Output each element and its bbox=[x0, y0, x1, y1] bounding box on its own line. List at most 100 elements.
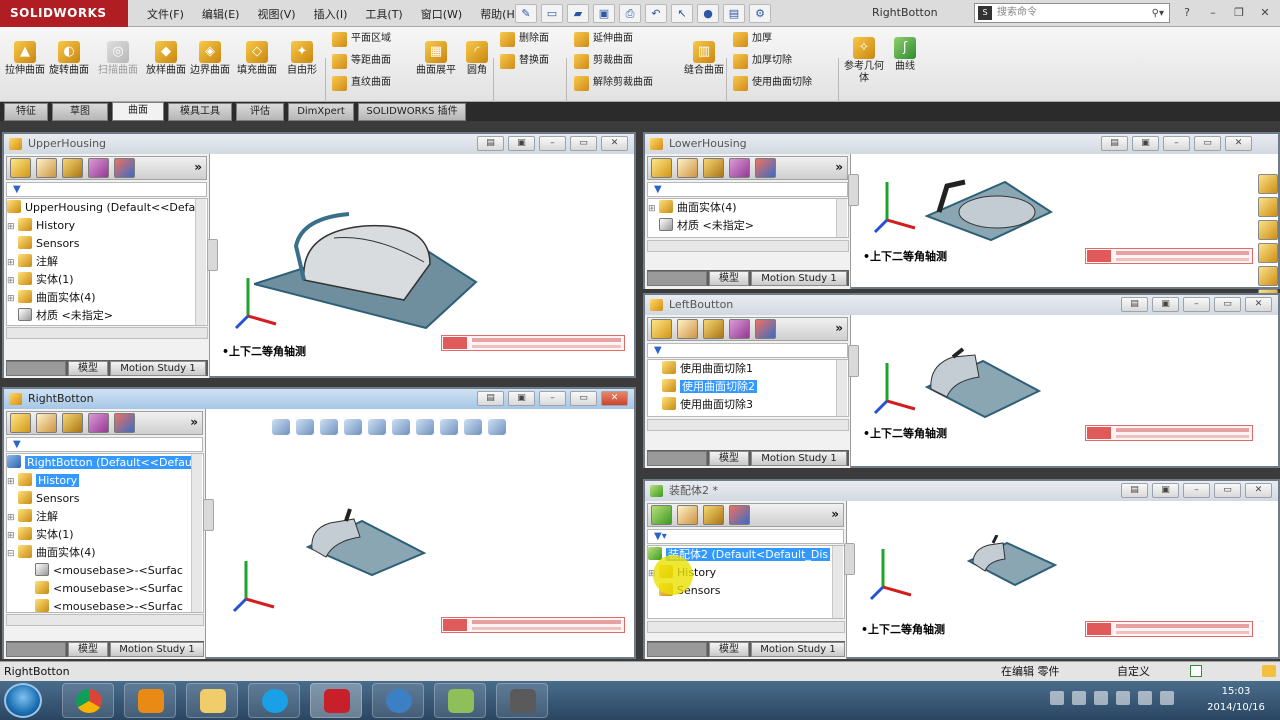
configuration-manager-icon[interactable] bbox=[703, 319, 724, 339]
tile-icon[interactable]: ▤ bbox=[1101, 136, 1128, 151]
print-icon[interactable]: ⎙ bbox=[619, 4, 641, 23]
cascade-icon[interactable]: ▣ bbox=[1152, 483, 1179, 498]
feature-tree-icon[interactable] bbox=[10, 413, 31, 433]
feature-tree-icon[interactable] bbox=[10, 158, 31, 178]
taskbar-app-globe[interactable] bbox=[372, 683, 424, 718]
minimize-icon[interactable]: – bbox=[539, 391, 566, 406]
dimxpert-manager-icon[interactable] bbox=[729, 319, 750, 339]
tree-item[interactable]: Sensors bbox=[7, 490, 203, 508]
keyboard-icon[interactable] bbox=[1050, 691, 1064, 705]
panel-splitter[interactable] bbox=[207, 239, 218, 271]
language-icon[interactable] bbox=[1160, 691, 1174, 705]
undo-icon[interactable]: ↶ bbox=[645, 4, 667, 23]
tree-item[interactable]: 材质 <未指定> bbox=[7, 307, 207, 325]
tab-motion-study[interactable]: Motion Study 1 bbox=[110, 642, 204, 657]
appearances-icon[interactable] bbox=[1258, 266, 1278, 286]
panel-splitter[interactable] bbox=[844, 543, 855, 575]
upper-housing-model[interactable] bbox=[254, 204, 484, 329]
tree-scrollbar[interactable] bbox=[836, 360, 847, 416]
tree-item[interactable]: 使用曲面切除3 bbox=[648, 396, 848, 414]
chevron-right-icon[interactable]: » bbox=[190, 415, 198, 429]
dimxpert-manager-icon[interactable] bbox=[729, 158, 750, 178]
boundary-surface-button[interactable]: ◈ 边界曲面 bbox=[190, 41, 230, 77]
view-settings-icon[interactable] bbox=[488, 419, 506, 435]
tab-model[interactable]: 模型 bbox=[709, 642, 749, 657]
view-palette-icon[interactable] bbox=[1258, 243, 1278, 263]
view-orientation-icon[interactable] bbox=[368, 419, 386, 435]
apply-scene-icon[interactable] bbox=[464, 419, 482, 435]
configuration-manager-icon[interactable] bbox=[703, 505, 724, 525]
feature-tree-icon[interactable] bbox=[651, 158, 672, 178]
menu-view[interactable]: 视图(V) bbox=[248, 4, 304, 24]
status-tooltip-icon[interactable] bbox=[1262, 665, 1276, 677]
configuration-manager-icon[interactable] bbox=[62, 158, 83, 178]
extruded-surface-button[interactable]: ▲ 拉伸曲面 bbox=[5, 41, 45, 77]
chevron-right-icon[interactable]: » bbox=[831, 507, 839, 521]
taskbar-explorer[interactable] bbox=[186, 683, 238, 718]
tree-item[interactable]: ⊞ 实体(1) bbox=[7, 526, 203, 544]
assembly-model[interactable] bbox=[967, 535, 1059, 587]
property-manager-icon[interactable] bbox=[36, 158, 57, 178]
open-folder-icon[interactable]: ▰ bbox=[567, 4, 589, 23]
command-search-input[interactable]: S 搜索命令 ⚲▾ bbox=[974, 3, 1170, 23]
tree-filter[interactable]: ▼▾ bbox=[647, 529, 844, 544]
network-icon[interactable] bbox=[1072, 691, 1086, 705]
battery-icon[interactable] bbox=[1116, 691, 1130, 705]
tab-motion-study[interactable]: Motion Study 1 bbox=[110, 361, 206, 376]
horizontal-scrollbar[interactable] bbox=[6, 327, 208, 339]
fillet-button[interactable]: ◜ 圆角 bbox=[457, 41, 497, 77]
property-manager-icon[interactable] bbox=[677, 158, 698, 178]
thicken-button[interactable]: 加厚 bbox=[733, 29, 772, 49]
ruled-surface-button[interactable]: 直纹曲面 bbox=[332, 73, 391, 93]
taskbar-outlook[interactable] bbox=[124, 683, 176, 718]
display-manager-icon[interactable] bbox=[114, 158, 135, 178]
document-window-lowerhousing[interactable]: LowerHousing ▤ ▣ – ▭ ✕ » ▼ ⊞ 曲面实体(4) 材质 <未指定> bbox=[643, 132, 1280, 309]
close-icon[interactable]: ✕ bbox=[1254, 4, 1276, 22]
planar-surface-button[interactable]: 平面区域 bbox=[332, 29, 391, 49]
tile-icon[interactable]: ▤ bbox=[477, 391, 504, 406]
tree-item[interactable]: <mousebase>-<Surfac bbox=[7, 580, 203, 598]
tab-sketch[interactable]: 草图 bbox=[52, 103, 108, 121]
tree-item[interactable]: <mousebase>-<Surfac bbox=[7, 598, 203, 612]
tab-dimxpert[interactable]: DimXpert bbox=[288, 103, 354, 121]
horizontal-scrollbar[interactable] bbox=[647, 621, 845, 633]
tab-motion-study[interactable]: Motion Study 1 bbox=[751, 271, 847, 286]
tab-motion-study[interactable]: Motion Study 1 bbox=[751, 451, 847, 466]
display-manager-icon[interactable] bbox=[755, 158, 776, 178]
replace-face-button[interactable]: 替换面 bbox=[500, 51, 549, 71]
menu-window[interactable]: 窗口(W) bbox=[412, 4, 471, 24]
tab-nav-arrows[interactable] bbox=[647, 642, 707, 657]
zoom-to-fit-icon[interactable] bbox=[272, 419, 290, 435]
tree-filter[interactable]: ▼ bbox=[6, 182, 207, 197]
surface-cut-button[interactable]: 使用曲面切除 bbox=[733, 73, 812, 93]
tree-item[interactable]: ⊞ 实体(1) bbox=[7, 271, 207, 289]
display-manager-icon[interactable] bbox=[114, 413, 135, 433]
tab-surfaces[interactable]: 曲面 bbox=[112, 102, 164, 121]
untrim-surface-button[interactable]: 解除剪裁曲面 bbox=[574, 73, 653, 93]
knit-surface-button[interactable]: ▥ 缝合曲面 bbox=[684, 41, 724, 77]
configuration-manager-icon[interactable] bbox=[703, 158, 724, 178]
panel-splitter[interactable] bbox=[203, 499, 214, 531]
windows-start-icon[interactable] bbox=[4, 683, 42, 718]
tree-root[interactable]: RightBotton (Default<<Defau bbox=[7, 454, 203, 472]
tree-root[interactable]: UpperHousing (Default<<Defa bbox=[7, 199, 207, 217]
horizontal-scrollbar[interactable] bbox=[6, 614, 204, 626]
taskbar-chrome[interactable] bbox=[62, 683, 114, 718]
maximize-icon[interactable]: ▭ bbox=[570, 391, 597, 406]
tab-model[interactable]: 模型 bbox=[68, 642, 108, 657]
tree-scrollbar[interactable] bbox=[191, 454, 202, 612]
offset-surface-button[interactable]: 等距曲面 bbox=[332, 51, 391, 71]
left-button-model[interactable] bbox=[923, 347, 1043, 419]
cascade-icon[interactable]: ▣ bbox=[508, 136, 535, 151]
new-document-icon[interactable]: ▭ bbox=[541, 4, 563, 23]
close-icon[interactable]: ✕ bbox=[1245, 483, 1272, 498]
trim-surface-button[interactable]: 剪裁曲面 bbox=[574, 51, 633, 71]
lower-housing-model[interactable] bbox=[925, 174, 1055, 244]
tree-item[interactable]: ⊞ 注解 bbox=[7, 508, 203, 526]
surface-flatten-button[interactable]: ▦ 曲面展平 bbox=[416, 41, 456, 77]
display-manager-icon[interactable] bbox=[755, 319, 776, 339]
tab-evaluate[interactable]: 评估 bbox=[236, 103, 284, 121]
display-manager-icon[interactable] bbox=[729, 505, 750, 525]
freeform-button[interactable]: ✦ 自由形 bbox=[282, 41, 322, 77]
property-manager-icon[interactable] bbox=[677, 319, 698, 339]
